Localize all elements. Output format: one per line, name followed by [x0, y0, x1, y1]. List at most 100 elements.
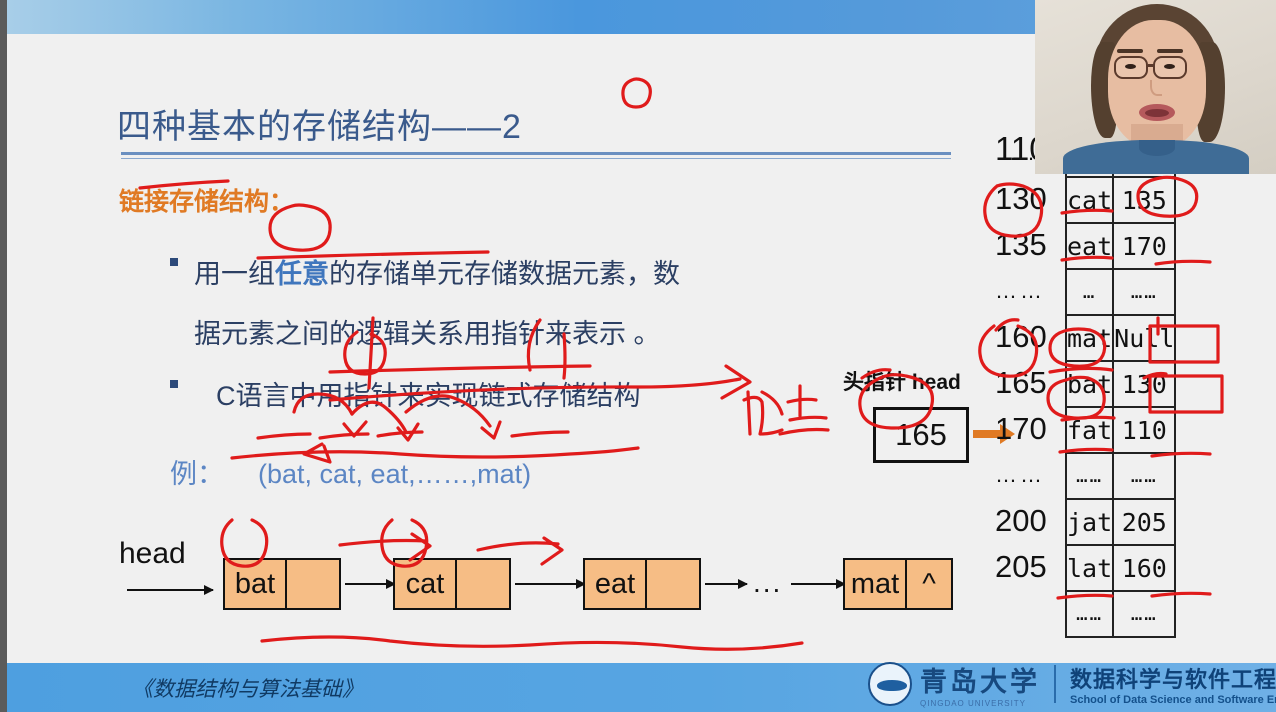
glasses-bridge-icon — [1148, 64, 1155, 67]
memory-address-cell: 135 — [995, 227, 1047, 262]
bullet-item-1-line-2: 据元素之间的逻辑关系用指针来表示 。 — [194, 304, 870, 364]
list-node-bat-data: bat — [225, 560, 287, 608]
presenter-collar — [1139, 140, 1175, 156]
table-row: cat 135 — [1064, 176, 1177, 224]
bullet-1-cont-highlight: 指针 — [491, 319, 545, 349]
list-node-mat: mat ^ — [843, 558, 953, 610]
bullet-1-pre: 用一组 — [194, 259, 275, 289]
school-name-cn: 数据科学与软件工程学院 — [1070, 667, 1276, 692]
university-name-cn: 青岛大学 — [920, 667, 1040, 697]
presenter-eyebrow-right — [1157, 49, 1183, 53]
list-node-eat: eat — [583, 558, 701, 610]
memory-next-cell: 160 — [1112, 544, 1177, 592]
memory-data-cell: jat — [1064, 498, 1115, 546]
head-pointer-arrow-icon — [127, 585, 214, 595]
school-name-en: School of Data Science and Software Engi… — [1070, 694, 1276, 706]
presenter-eye-right — [1164, 64, 1175, 69]
memory-data-cell: … — [1064, 268, 1115, 316]
memory-next-cell: 135 — [1112, 176, 1177, 224]
memory-data-cell: fat — [1064, 406, 1115, 454]
bullet-item-2-text: C语言中用指针来实现链式存储结构 — [216, 381, 641, 411]
memory-address-cell: 170 — [995, 411, 1047, 446]
bullet-item-2: C语言中用指针来实现链式存储结构 — [170, 366, 870, 426]
page-title: 四种基本的存储结构——2 — [117, 108, 522, 146]
left-edge-strip — [0, 0, 7, 712]
presenter-nose — [1150, 80, 1162, 96]
list-ellipsis: ... — [753, 567, 783, 598]
title-rule-thick — [121, 152, 951, 155]
example-line: 例： (bat, cat, eat,……,mat) — [170, 452, 531, 491]
list-node-cat: cat — [393, 558, 511, 610]
list-node-mat-pointer: ^ — [922, 567, 936, 600]
table-row: lat 160 — [1064, 544, 1177, 592]
memory-next-cell: Null — [1112, 314, 1177, 362]
presenter-mouth-inner — [1145, 109, 1169, 117]
memory-address-cell: …… — [995, 462, 1045, 487]
memory-address-cell: 200 — [995, 503, 1047, 538]
example-value: (bat, cat, eat,……,mat) — [258, 459, 532, 489]
memory-next-cell: …… — [1112, 452, 1177, 500]
list-node-cat-data: cat — [395, 560, 457, 608]
presenter-eye-left — [1125, 64, 1136, 69]
memory-next-cell: 205 — [1112, 498, 1177, 546]
memory-table: cat 135 eat 170……… mat Null bat 130 fat 110………… ja… — [1064, 130, 1177, 638]
example-label: 例： — [170, 459, 224, 489]
memory-next-cell: 110 — [1112, 406, 1177, 454]
table-row: mat Null — [1064, 314, 1177, 362]
list-node-eat-pointer — [647, 560, 699, 608]
memory-data-cell: eat — [1064, 222, 1115, 270]
link-arrow-4-icon — [791, 579, 846, 589]
memory-data-cell: cat — [1064, 176, 1115, 224]
link-arrow-1-icon — [345, 579, 396, 589]
head-pointer-value-box: 165 — [873, 407, 969, 463]
memory-data-cell: lat — [1064, 544, 1115, 592]
list-node-bat: bat — [223, 558, 341, 610]
table-row: jat 205 — [1064, 498, 1177, 546]
list-node-cat-pointer — [457, 560, 509, 608]
presenter-eyebrow-left — [1117, 49, 1143, 53]
bullet-marker-icon — [170, 258, 178, 266]
memory-next-cell: …… — [1112, 268, 1177, 316]
list-node-eat-data: eat — [585, 560, 647, 608]
memory-address-cell — [995, 590, 1063, 636]
memory-data-cell: mat — [1064, 314, 1115, 362]
bullet-1-highlight: 任意 — [275, 259, 329, 289]
memory-next-cell: 130 — [1112, 360, 1177, 408]
course-title: 《数据结构与算法基础》 — [132, 677, 363, 701]
linked-list-head-label: head — [119, 537, 186, 570]
university-seal-icon — [868, 662, 912, 706]
presentation-screen: 四种基本的存储结构——2 链接存储结构： 用一组任意的存储单元存储数据元素，数 … — [0, 0, 1276, 712]
memory-address-column: …… 130 135…… 160 165 170…… 200 205 — [995, 130, 1063, 636]
memory-address-cell: 130 — [995, 181, 1047, 216]
bullet-1-post: 的存储单元存储数据元素，数 — [329, 259, 680, 289]
bullet-1-cont-pre: 据元素之间的逻辑关系用 — [194, 319, 491, 349]
bullet-item-1-line-1: 用一组任意的存储单元存储数据元素，数 — [194, 244, 870, 304]
table-row: ………… — [1064, 590, 1177, 638]
webcam-overlay[interactable] — [1035, 0, 1276, 174]
memory-data-cell: bat — [1064, 360, 1115, 408]
title-rule-thin — [121, 158, 951, 159]
memory-address-cell: …… — [995, 278, 1045, 303]
bullet-marker-icon — [170, 380, 178, 388]
memory-address-cell: 165 — [995, 365, 1047, 400]
link-arrow-2-icon — [515, 579, 586, 589]
university-name-en: QINGDAO UNIVERSITY — [920, 699, 1027, 708]
bullet-item-1: 用一组任意的存储单元存储数据元素，数 据元素之间的逻辑关系用指针来表示 。 — [170, 244, 870, 364]
table-row: ……… — [1064, 268, 1177, 316]
memory-address-cell: 205 — [995, 549, 1047, 584]
memory-next-cell: …… — [1112, 590, 1177, 638]
university-logo-block: 青岛大学 QINGDAO UNIVERSITY 数据科学与软件工程学院 Scho… — [868, 660, 1276, 708]
logo-divider — [1054, 665, 1056, 703]
bullet-1-cont-post: 来表示 。 — [545, 319, 661, 349]
head-pointer-label: 头指针 head — [843, 371, 961, 394]
memory-next-cell: 170 — [1112, 222, 1177, 270]
memory-address-cell: 160 — [995, 319, 1047, 354]
link-arrow-3-icon — [705, 579, 748, 589]
table-row: eat 170 — [1064, 222, 1177, 270]
table-row: fat 110 — [1064, 406, 1177, 454]
table-row: bat 130 — [1064, 360, 1177, 408]
bullet-list: 用一组任意的存储单元存储数据元素，数 据元素之间的逻辑关系用指针来表示 。 C语… — [170, 244, 870, 428]
list-node-mat-data: mat — [845, 560, 907, 608]
list-node-bat-pointer — [287, 560, 339, 608]
memory-data-cell: …… — [1064, 452, 1115, 500]
